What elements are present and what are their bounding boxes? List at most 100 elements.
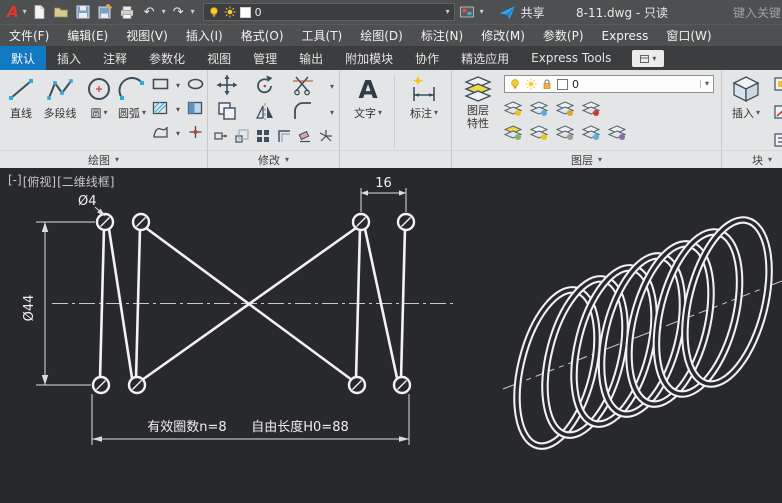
rotate-tool-button[interactable] xyxy=(254,74,276,100)
tab-home[interactable]: 默认 xyxy=(0,46,47,70)
stretch-tool-button[interactable] xyxy=(214,128,228,147)
ribbon-layer-caret-icon[interactable]: ▾ xyxy=(699,80,709,88)
menu-edit[interactable]: 编辑(E) xyxy=(58,25,117,47)
tab-express-tools[interactable]: Express Tools xyxy=(520,46,622,70)
layer-off-button[interactable] xyxy=(503,101,523,121)
app-menu-caret-icon[interactable]: ▾ xyxy=(23,8,27,16)
dimension-tool-button[interactable]: 标注 ▾ xyxy=(402,74,446,121)
rectangle-caret-icon[interactable]: ▾ xyxy=(176,82,180,90)
layer-lock-button[interactable] xyxy=(581,101,601,121)
boundary-tool-button[interactable] xyxy=(152,124,169,144)
tab-view[interactable]: 视图 xyxy=(196,46,242,70)
quick-layer-dropdown[interactable]: 0 ▾ xyxy=(202,3,455,21)
explode-tool-button[interactable] xyxy=(319,128,333,147)
viewport-collapse-control[interactable]: [-] xyxy=(8,173,22,190)
menu-modify[interactable]: 修改(M) xyxy=(472,25,534,47)
boundary-caret-icon[interactable]: ▾ xyxy=(176,130,180,138)
layer-dropdown-caret-icon[interactable]: ▾ xyxy=(446,8,450,16)
match-properties-button[interactable] xyxy=(458,3,477,22)
ellipse-tool-button[interactable] xyxy=(187,76,204,96)
spring-2d-view[interactable] xyxy=(52,212,455,395)
draw-panel-label[interactable]: 绘图 ▾ xyxy=(0,150,207,168)
menu-format[interactable]: 格式(O) xyxy=(232,25,293,47)
arc-tool-button[interactable]: 圆弧 ▾ xyxy=(116,74,148,121)
undo-caret-icon[interactable]: ▾ xyxy=(162,8,166,16)
redo-caret-icon[interactable]: ▾ xyxy=(191,8,195,16)
modify-panel-label[interactable]: 修改 ▾ xyxy=(208,150,339,168)
match-properties-caret-icon[interactable]: ▾ xyxy=(480,8,484,16)
trim-tool-button[interactable] xyxy=(292,74,314,100)
insert-block-button[interactable]: 插入 ▾ xyxy=(726,74,766,121)
open-file-button[interactable] xyxy=(52,3,71,22)
new-file-button[interactable] xyxy=(30,3,49,22)
erase-tool-button[interactable] xyxy=(298,128,312,147)
layers-panel-label[interactable]: 图层 ▾ xyxy=(452,150,721,168)
plot-button[interactable] xyxy=(118,3,137,22)
line-tool-button[interactable]: 直线 xyxy=(4,74,38,121)
polyline-tool-button[interactable]: 多段线 xyxy=(40,74,80,121)
edit-block-button[interactable] xyxy=(774,104,782,124)
dimension-pitch[interactable]: 16 xyxy=(360,176,407,212)
viewport-view-control[interactable]: [俯视] xyxy=(23,173,56,190)
share-button[interactable]: 共享 xyxy=(499,4,545,21)
tab-parametric[interactable]: 参数化 xyxy=(138,46,196,70)
tab-collaborate[interactable]: 协作 xyxy=(404,46,450,70)
search-input[interactable]: 键入关键字 xyxy=(733,0,782,24)
trim-caret-icon[interactable]: ▾ xyxy=(330,83,334,91)
create-block-button[interactable] xyxy=(774,76,782,96)
menu-view[interactable]: 视图(V) xyxy=(117,25,177,47)
mirror-tool-button[interactable] xyxy=(254,100,276,126)
menu-window[interactable]: 窗口(W) xyxy=(657,25,720,47)
dimension-free-length[interactable]: 有效圈数n=8 自由长度H0=88 xyxy=(91,394,410,445)
fillet-tool-button[interactable] xyxy=(292,100,314,126)
layer-previous-button[interactable] xyxy=(555,125,575,145)
layer-unisolate-button[interactable] xyxy=(581,125,601,145)
app-logo-icon[interactable]: A xyxy=(4,4,20,20)
menu-file[interactable]: 文件(F) xyxy=(0,25,58,47)
save-as-button[interactable] xyxy=(96,3,115,22)
save-button[interactable] xyxy=(74,3,93,22)
scale-tool-button[interactable] xyxy=(235,128,249,147)
wire-diameter-text[interactable]: Ø4 xyxy=(78,194,97,209)
menu-insert[interactable]: 插入(I) xyxy=(177,25,232,47)
tab-addins[interactable]: 附加模块 xyxy=(334,46,404,70)
tab-annotate[interactable]: 注释 xyxy=(92,46,138,70)
effective-coils-text[interactable]: 有效圈数n=8 xyxy=(147,420,226,435)
ribbon-display-toggle[interactable]: ▾ xyxy=(632,50,665,67)
layer-merge-button[interactable] xyxy=(607,125,627,145)
hatch-caret-icon[interactable]: ▾ xyxy=(176,106,180,114)
copy-tool-button[interactable] xyxy=(216,100,238,126)
layer-isolate-button[interactable] xyxy=(529,101,549,121)
block-panel-label[interactable]: 块 ▾ xyxy=(722,150,782,168)
free-length-text[interactable]: 自由长度H0=88 xyxy=(251,419,348,435)
outer-diameter-text[interactable]: Ø44 xyxy=(22,295,37,322)
menu-tools[interactable]: 工具(T) xyxy=(293,25,352,47)
tab-insert[interactable]: 插入 xyxy=(46,46,92,70)
menu-dimension[interactable]: 标注(N) xyxy=(412,25,472,47)
spring-3d-view[interactable] xyxy=(502,211,782,454)
array-tool-button[interactable] xyxy=(256,128,270,147)
layer-match-button[interactable] xyxy=(529,125,549,145)
viewport-visual-style-control[interactable]: [二维线框] xyxy=(57,173,114,190)
make-current-layer-button[interactable] xyxy=(503,125,523,145)
text-tool-button[interactable]: A 文字 ▾ xyxy=(348,74,388,121)
undo-button[interactable]: ↶ xyxy=(140,3,159,22)
redo-button[interactable]: ↷ xyxy=(169,3,188,22)
circle-tool-button[interactable]: 圆 ▾ xyxy=(84,74,114,121)
point-tool-button[interactable] xyxy=(187,124,204,144)
move-tool-button[interactable] xyxy=(216,74,238,100)
menu-draw[interactable]: 绘图(D) xyxy=(351,25,412,47)
drawing-area[interactable]: [-] [俯视] [二维线框] Ø44 Ø4 16 有效圈数n=8 自由长度H0… xyxy=(0,168,782,503)
block-attributes-button[interactable] xyxy=(774,132,782,152)
menu-parametric[interactable]: 参数(P) xyxy=(534,25,593,47)
offset-tool-button[interactable] xyxy=(277,128,291,147)
rectangle-tool-button[interactable] xyxy=(152,76,169,96)
tab-featured-apps[interactable]: 精选应用 xyxy=(450,46,520,70)
menu-express[interactable]: Express xyxy=(593,25,658,47)
hatch-tool-button[interactable] xyxy=(152,100,169,120)
tab-manage[interactable]: 管理 xyxy=(242,46,288,70)
ribbon-layer-dropdown[interactable]: 0 ▾ xyxy=(504,75,714,93)
tab-output[interactable]: 输出 xyxy=(288,46,334,70)
fillet-caret-icon[interactable]: ▾ xyxy=(330,109,334,117)
pitch-text[interactable]: 16 xyxy=(375,176,392,191)
